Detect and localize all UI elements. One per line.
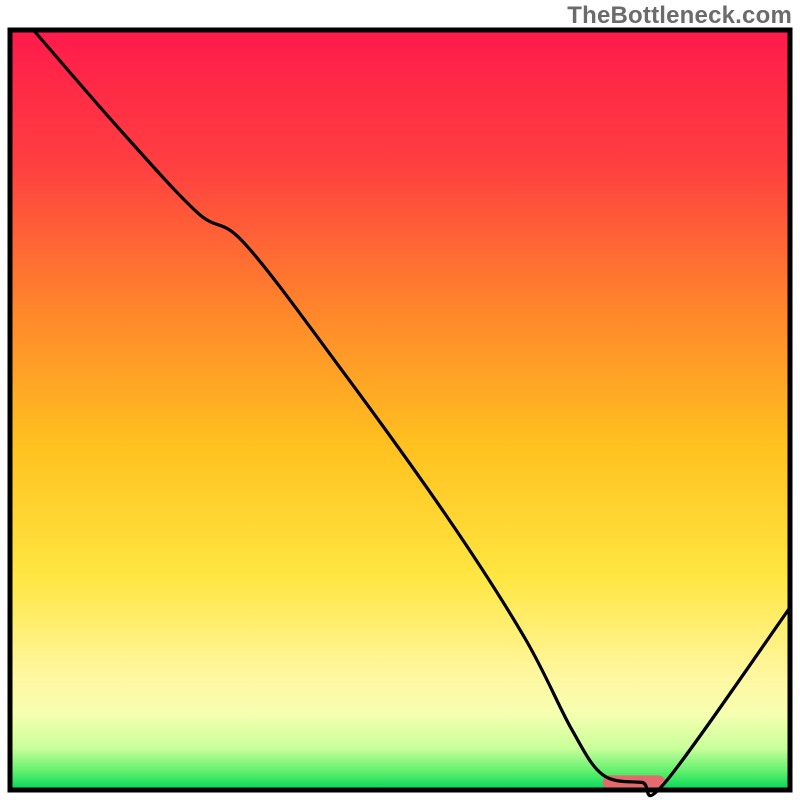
watermark-text: TheBottleneck.com xyxy=(567,2,792,30)
chart-container: TheBottleneck.com xyxy=(0,0,800,800)
chart-background xyxy=(10,30,790,790)
bottleneck-chart xyxy=(0,0,800,800)
